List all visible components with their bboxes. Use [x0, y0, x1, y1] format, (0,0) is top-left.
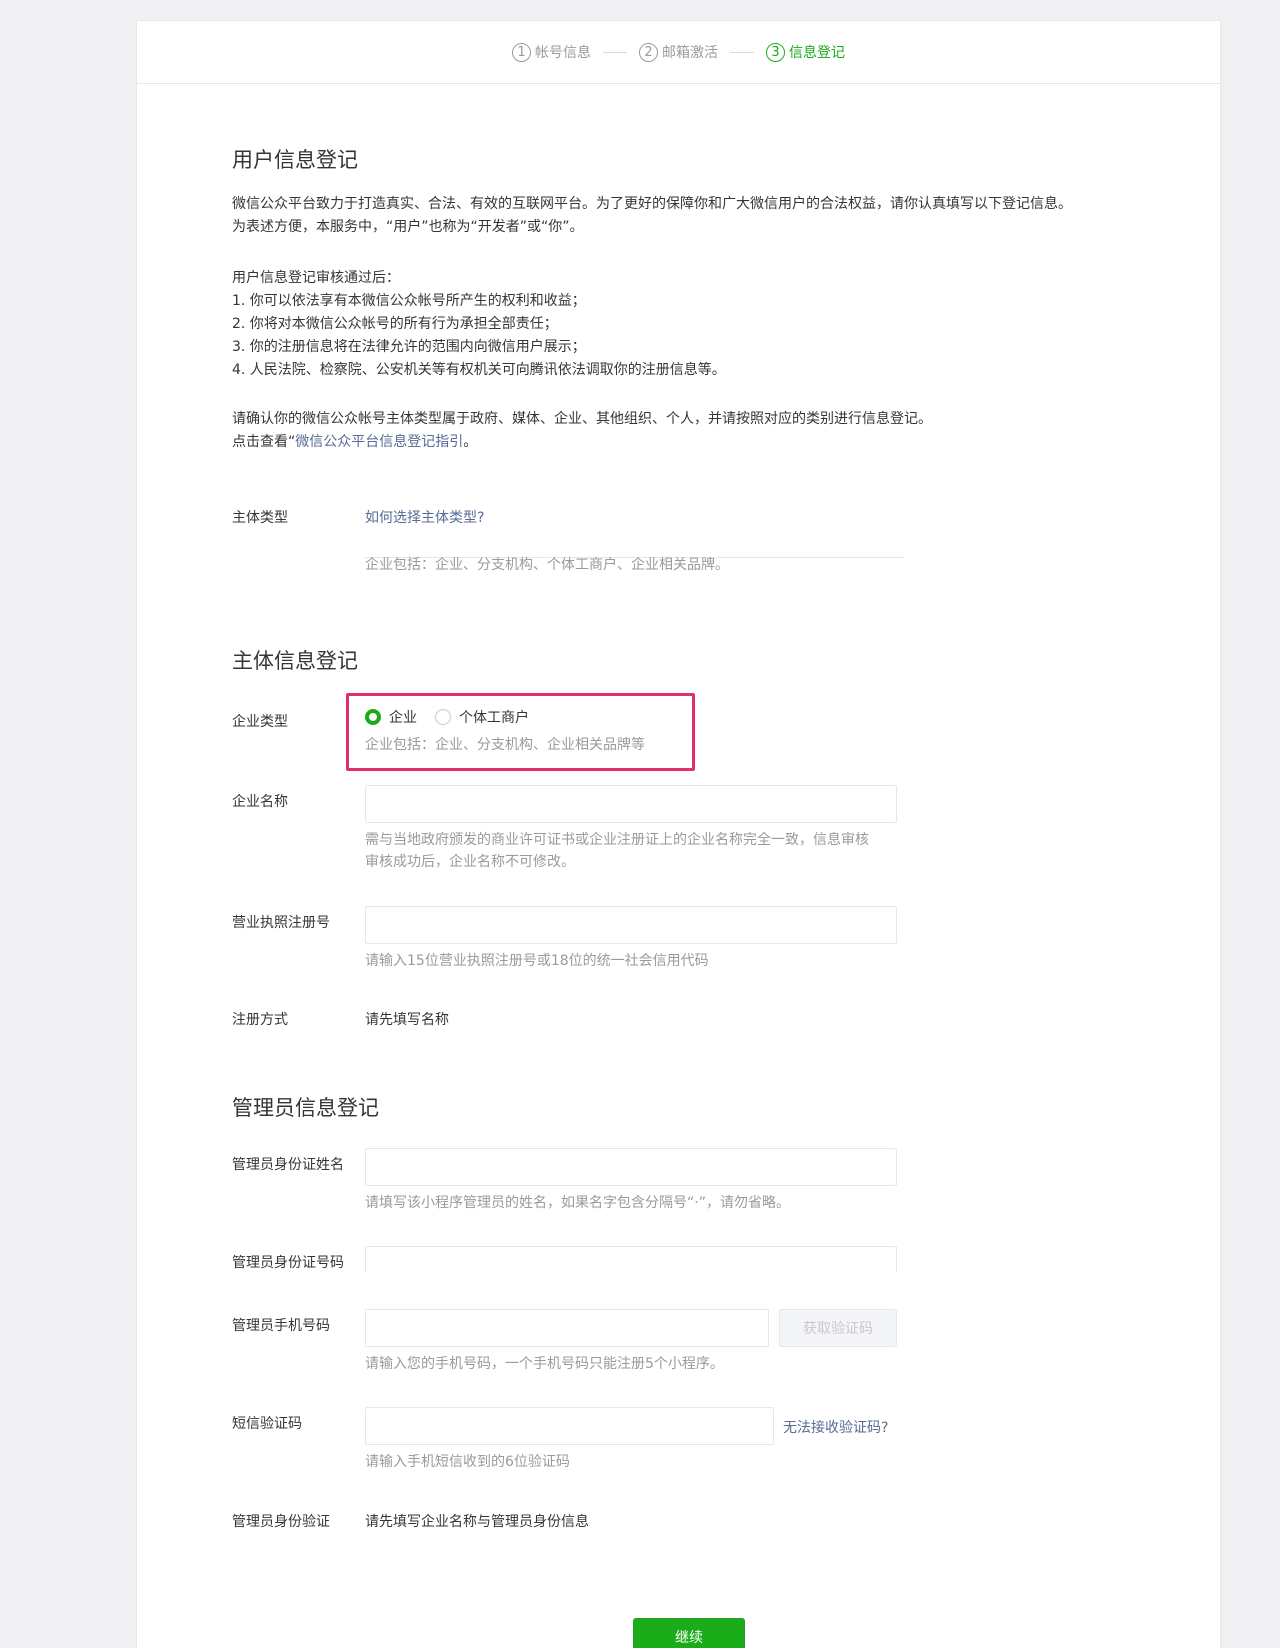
license-input[interactable]	[365, 906, 897, 944]
step-label: 信息登记	[789, 45, 845, 61]
company-type-label: 企业类型	[232, 714, 288, 730]
step-divider	[603, 51, 627, 53]
step-divider	[730, 51, 754, 53]
tip-line: 审核成功后，企业名称不可修改。	[365, 854, 575, 870]
get-code-button[interactable]: 获取验证码	[779, 1309, 897, 1347]
step-indicator: 1 帐号信息 2 邮箱激活 3 信息登记	[137, 21, 1220, 84]
reg-method-value: 请先填写名称	[365, 1012, 449, 1028]
step-number: 2	[639, 42, 658, 62]
admin-name-tip: 请填写该小程序管理员的姓名，如果名字包含分隔号“·”，请勿省略。	[365, 1195, 790, 1211]
subject-section-title: 主体信息登记	[232, 649, 358, 673]
company-type-highlight	[346, 693, 695, 771]
license-tip: 请输入15位营业执照注册号或18位的统一社会信用代码	[365, 953, 709, 969]
step-number: 1	[512, 42, 531, 62]
admin-phone-input[interactable]	[365, 1309, 769, 1347]
approval-list-title: 用户信息登记审核通过后：	[232, 270, 400, 286]
radio-enterprise-label[interactable]: 企业	[389, 707, 417, 727]
license-label: 营业执照注册号	[232, 915, 330, 931]
step-info-registration: 3 信息登记	[766, 42, 845, 62]
radio-enterprise[interactable]	[365, 709, 381, 725]
continue-button[interactable]: 继续	[633, 1618, 745, 1648]
radio-individual-label[interactable]: 个体工商户	[459, 707, 529, 727]
radio-individual[interactable]	[435, 709, 451, 725]
step-label: 邮箱激活	[662, 45, 718, 61]
admin-phone-tip: 请输入您的手机号码，一个手机号码只能注册5个小程序。	[365, 1356, 724, 1372]
admin-section-title: 管理员信息登记	[232, 1096, 379, 1120]
subject-type-tip: 企业包括：企业、分支机构、个体工商户、企业相关品牌。	[365, 557, 729, 573]
sms-code-input[interactable]	[365, 1407, 774, 1445]
list-item: 2. 你将对本微信公众帐号的所有行为承担全部责任；	[232, 316, 558, 332]
admin-verify-value: 请先填写企业名称与管理员身份信息	[365, 1514, 589, 1530]
step-account-info: 1 帐号信息	[512, 42, 591, 62]
company-type-radios: 企业 个体工商户	[365, 707, 529, 727]
company-type-tip: 企业包括：企业、分支机构、企业相关品牌等	[365, 737, 645, 753]
admin-name-label: 管理员身份证姓名	[232, 1157, 344, 1173]
admin-verify-label: 管理员身份验证	[232, 1514, 330, 1530]
registration-card: 1 帐号信息 2 邮箱激活 3 信息登记 用户信息登记 微信公众平台致力于打造真…	[136, 20, 1221, 1648]
intro-line: 微信公众平台致力于打造真实、合法、有效的互联网平台。为了更好的保障你和广大微信用…	[232, 196, 1072, 212]
tip-line: 需与当地政府颁发的商业许可证书或企业注册证上的企业名称完全一致，信息审核	[365, 832, 869, 848]
guide-suffix: 。	[463, 434, 478, 450]
sms-code-label: 短信验证码	[232, 1416, 302, 1432]
admin-name-input[interactable]	[365, 1148, 897, 1186]
company-name-label: 企业名称	[232, 794, 288, 810]
list-item: 3. 你的注册信息将在法律允许的范围内向微信用户展示；	[232, 339, 586, 355]
subject-type-help-link[interactable]: 如何选择主体类型?	[365, 507, 484, 527]
guide-line: 点击查看“微信公众平台信息登记指引。	[232, 431, 932, 454]
user-intro: 微信公众平台致力于打造真实、合法、有效的互联网平台。为了更好的保障你和广大微信用…	[232, 193, 1152, 239]
step-email-activation: 2 邮箱激活	[639, 42, 718, 62]
confirm-text: 请确认你的微信公众帐号主体类型属于政府、媒体、企业、其他组织、个人，并请按照对应…	[232, 408, 932, 454]
reg-method-label: 注册方式	[232, 1012, 288, 1028]
list-item: 1. 你可以依法享有本微信公众帐号所产生的权利和收益；	[232, 293, 586, 309]
intro-line: 为表述方便，本服务中，“用户”也称为“开发者”或“你”。	[232, 219, 584, 235]
user-section-title: 用户信息登记	[232, 148, 358, 172]
admin-id-input[interactable]	[365, 1246, 897, 1272]
admin-phone-label: 管理员手机号码	[232, 1318, 330, 1334]
sms-code-tip: 请输入手机短信收到的6位验证码	[365, 1454, 570, 1470]
admin-id-label: 管理员身份证号码	[232, 1255, 344, 1271]
list-item: 4. 人民法院、检察院、公安机关等有权机关可向腾讯依法调取你的注册信息等。	[232, 362, 726, 378]
approval-list: 用户信息登记审核通过后： 1. 你可以依法享有本微信公众帐号所产生的权利和收益；…	[232, 267, 726, 382]
company-name-input[interactable]	[365, 785, 897, 823]
guide-link[interactable]: 微信公众平台信息登记指引	[295, 434, 463, 450]
guide-prefix: 点击查看“	[232, 434, 296, 450]
confirm-line: 请确认你的微信公众帐号主体类型属于政府、媒体、企业、其他组织、个人，并请按照对应…	[232, 411, 932, 427]
subject-type-label: 主体类型	[232, 510, 288, 526]
cannot-receive-code-link[interactable]: 无法接收验证码?	[783, 1417, 888, 1437]
step-number: 3	[766, 42, 785, 62]
step-label: 帐号信息	[535, 45, 591, 61]
company-name-tip: 需与当地政府颁发的商业许可证书或企业注册证上的企业名称完全一致，信息审核 审核成…	[365, 829, 869, 873]
